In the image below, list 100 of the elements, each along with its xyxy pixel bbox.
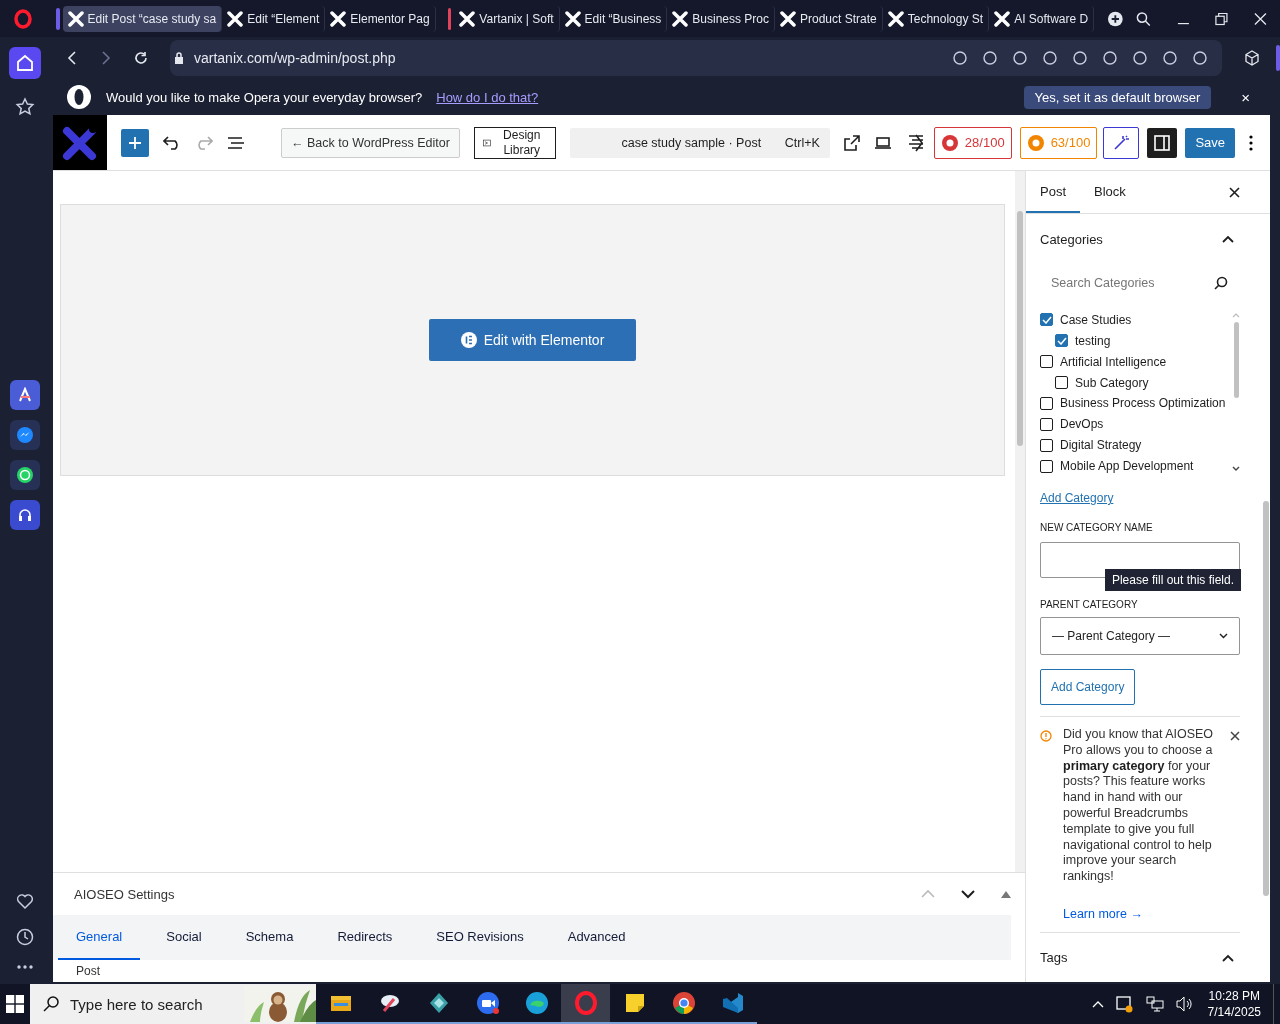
toolbar-icon[interactable] xyxy=(1012,50,1028,66)
checkbox[interactable] xyxy=(1040,396,1053,410)
opera-logo-icon[interactable] xyxy=(13,8,32,29)
learn-more-link[interactable]: Learn more → xyxy=(1063,906,1219,921)
windows-start-icon[interactable] xyxy=(6,995,24,1013)
toolbar-icon[interactable] xyxy=(1132,50,1148,66)
seo-tab[interactable]: SEO Revisions xyxy=(418,915,542,960)
close-icon[interactable] xyxy=(1229,186,1240,198)
category-label[interactable]: testing xyxy=(1075,333,1111,348)
add-category-button[interactable]: Add Category xyxy=(1040,669,1136,705)
browser-tab[interactable]: Technology St xyxy=(882,5,990,32)
browser-tab[interactable]: Elementor Pag xyxy=(325,5,436,32)
url-text[interactable]: vartanix.com/wp-admin/post.php xyxy=(194,50,396,66)
list-view-icon[interactable] xyxy=(227,135,245,150)
network-icon[interactable] xyxy=(1145,996,1164,1012)
category-label[interactable]: Case Studies xyxy=(1060,312,1132,327)
new-tab-icon[interactable] xyxy=(1108,10,1123,27)
browser-tab[interactable]: AI Software D xyxy=(989,5,1095,32)
banner-close-button[interactable]: × xyxy=(1237,88,1254,106)
seo-tab[interactable]: Advanced xyxy=(549,915,644,960)
search-icon[interactable] xyxy=(1135,10,1151,27)
sidebar-tab[interactable]: Block xyxy=(1080,171,1140,213)
add-block-button[interactable] xyxy=(121,128,149,157)
cube-icon[interactable] xyxy=(1244,50,1260,66)
scrollbar[interactable] xyxy=(1015,171,1025,872)
toolbar-icon[interactable] xyxy=(982,50,998,66)
command-palette-field[interactable]: case study sample · Post Ctrl+K xyxy=(569,127,830,158)
chevron-icon[interactable] xyxy=(1222,953,1234,962)
search-icon[interactable] xyxy=(1214,276,1228,290)
checkbox[interactable] xyxy=(1040,417,1053,431)
browser-tab[interactable]: Business Proc xyxy=(667,5,775,32)
more-icon[interactable] xyxy=(16,964,34,970)
star-icon[interactable] xyxy=(15,97,35,117)
category-label[interactable]: Business Process Optimization xyxy=(1060,396,1226,411)
checkbox[interactable] xyxy=(1040,459,1053,473)
laptop-icon[interactable] xyxy=(873,135,892,150)
whatsapp-icon[interactable] xyxy=(10,460,40,491)
save-button[interactable]: Save xyxy=(1185,127,1236,158)
lock-icon[interactable] xyxy=(174,51,184,65)
design-library-button[interactable]: Design Library xyxy=(473,126,556,159)
clock-date[interactable]: 7/14/2025 xyxy=(1207,1004,1261,1020)
add-category-link[interactable]: Add Category xyxy=(1040,491,1240,505)
toolbar-icon[interactable] xyxy=(1192,50,1208,66)
browser-tab[interactable]: Vartanix | Soft xyxy=(454,5,560,32)
tray-app-icon[interactable] xyxy=(1115,995,1134,1013)
clock-icon[interactable] xyxy=(16,928,34,946)
toolbar-icon[interactable] xyxy=(952,50,968,66)
app-icon[interactable] xyxy=(10,380,40,411)
toolbar-icon[interactable] xyxy=(1042,50,1058,66)
headphones-icon[interactable] xyxy=(10,500,40,531)
restore-icon[interactable] xyxy=(1215,11,1229,26)
back-to-editor-button[interactable]: ← Back to WordPress Editor xyxy=(281,127,460,158)
category-label[interactable]: Artificial Intelligence xyxy=(1060,354,1167,369)
section-title[interactable]: Tags xyxy=(1040,950,1068,966)
category-label[interactable]: DevOps xyxy=(1060,417,1104,432)
scroll-down-icon[interactable] xyxy=(1232,466,1240,472)
ai-wand-button[interactable] xyxy=(1103,126,1140,159)
heart-icon[interactable] xyxy=(16,892,34,910)
messenger-icon[interactable] xyxy=(10,420,40,451)
seo-score-button[interactable]: 28/100 xyxy=(933,126,1012,159)
category-label[interactable]: Sub Category xyxy=(1075,375,1149,390)
forward-icon[interactable] xyxy=(100,51,112,65)
edit-with-elementor-button[interactable]: Edit with Elementor xyxy=(428,319,637,361)
move-down-icon[interactable] xyxy=(961,889,975,899)
section-title[interactable]: Categories xyxy=(1040,231,1103,247)
browser-tab[interactable]: Product Strate xyxy=(775,5,883,32)
checkbox[interactable] xyxy=(1040,313,1053,327)
home-icon[interactable] xyxy=(16,54,34,72)
category-label[interactable]: Digital Strategy xyxy=(1060,438,1142,453)
checkbox[interactable] xyxy=(1055,334,1068,348)
parent-category-select[interactable]: — Parent Category — xyxy=(1040,617,1240,655)
external-link-icon[interactable] xyxy=(843,134,860,151)
category-label[interactable]: Mobile App Development xyxy=(1060,459,1194,474)
seo-tab[interactable]: Schema xyxy=(227,915,312,960)
opera-icon[interactable] xyxy=(561,984,610,1024)
volume-icon[interactable] xyxy=(1175,996,1194,1012)
search-field[interactable]: Search Categories xyxy=(1040,265,1240,301)
checkbox[interactable] xyxy=(1040,438,1053,452)
how-link[interactable]: How do I do that? xyxy=(436,89,539,105)
seo-tab[interactable]: Social xyxy=(148,915,220,960)
browser-tab[interactable]: Edit “Business xyxy=(559,5,668,32)
set-default-button[interactable]: Yes, set it as default browser xyxy=(1023,85,1212,109)
browser-tab[interactable]: Edit Post “case study sa xyxy=(62,5,223,32)
seo-tab[interactable]: Redirects xyxy=(319,915,411,960)
checkbox[interactable] xyxy=(1040,355,1053,369)
toolbar-icon[interactable] xyxy=(1162,50,1178,66)
sidebar-tab[interactable]: Post xyxy=(1026,171,1080,213)
chevron-icon[interactable] xyxy=(1222,235,1234,243)
seo-tab[interactable]: General xyxy=(58,915,141,960)
options-icon[interactable] xyxy=(1249,134,1254,151)
clock-time[interactable]: 10:28 PM xyxy=(1208,988,1260,1004)
settings-panel-button[interactable] xyxy=(1147,127,1178,158)
undo-icon[interactable] xyxy=(163,135,181,150)
x-logo-icon[interactable] xyxy=(62,124,98,161)
toggle-panel-icon[interactable] xyxy=(1001,890,1011,898)
reload-icon[interactable] xyxy=(134,51,148,65)
chevron-up-icon[interactable] xyxy=(1091,1000,1104,1008)
sub-tab[interactable]: Post xyxy=(76,964,100,978)
close-icon[interactable] xyxy=(1230,731,1240,741)
toolbar-icon[interactable] xyxy=(1102,50,1118,66)
